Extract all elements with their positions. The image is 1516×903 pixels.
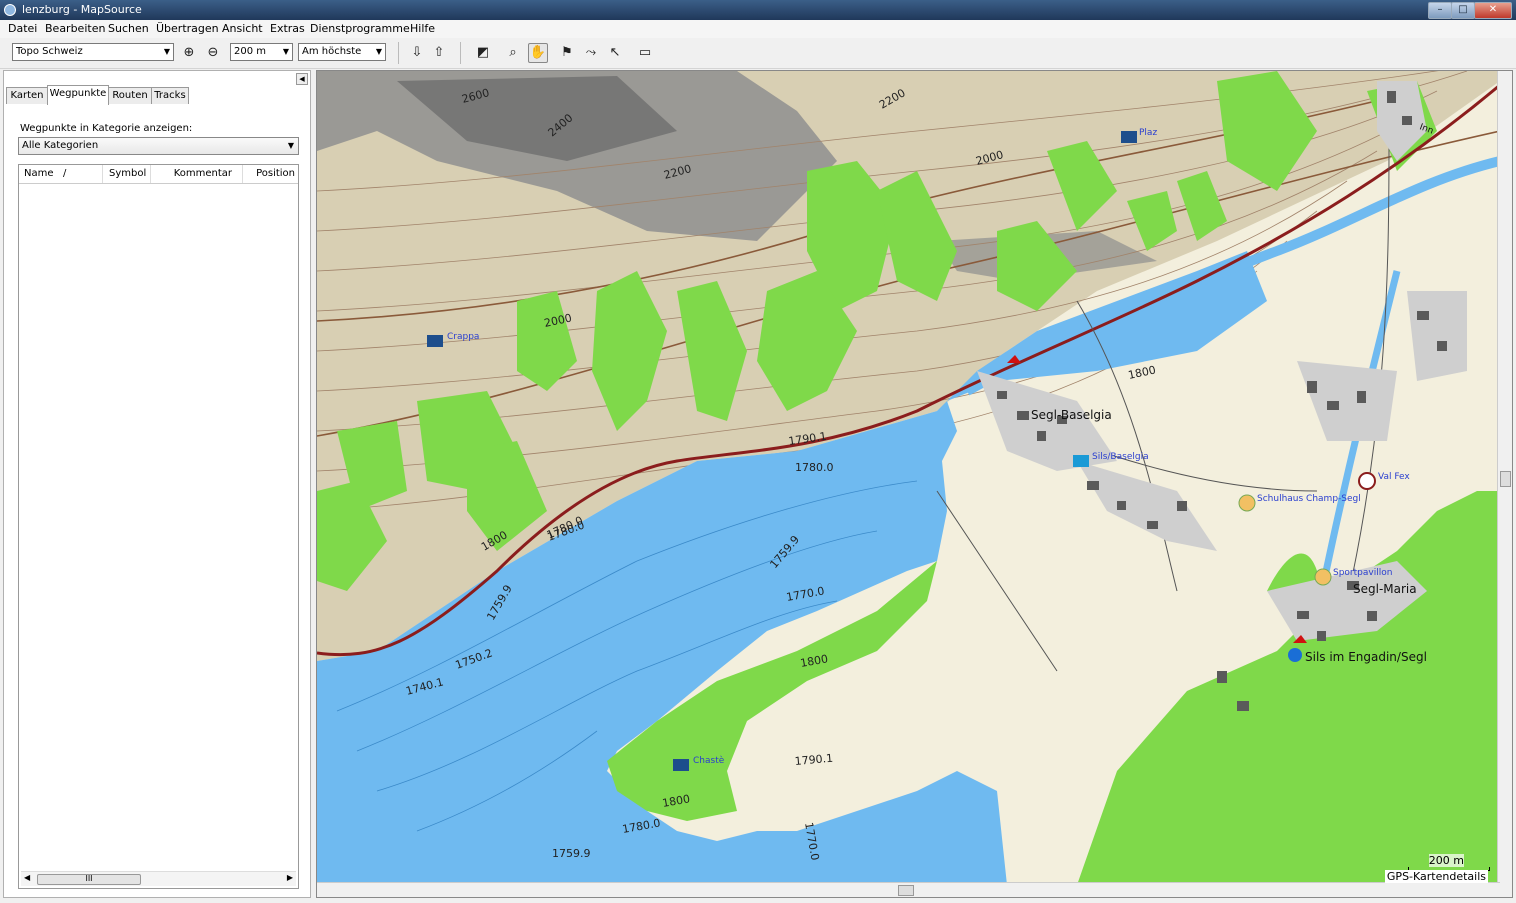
zoom-scale-value: 200 m — [234, 46, 267, 57]
column-kommentar[interactable]: Kommentar — [151, 165, 243, 183]
list-horizontal-scrollbar[interactable]: ◀ III ▶ — [21, 871, 296, 886]
zoom-tool-icon[interactable]: ⌕ — [504, 44, 522, 62]
maximize-button[interactable]: □ — [1451, 2, 1475, 19]
map-product-value: Topo Schweiz — [16, 46, 83, 57]
menu-bearbeiten[interactable]: Bearbeiten — [45, 22, 105, 35]
close-button[interactable]: ✕ — [1474, 2, 1512, 19]
menu-extras[interactable]: Extras — [270, 22, 305, 35]
waypoint-label[interactable]: Sils/Baselgia — [1092, 452, 1149, 462]
waypoint-label[interactable]: Val Fex — [1378, 472, 1410, 482]
distance-tool-icon[interactable]: ▭ — [636, 44, 654, 62]
sports-icon[interactable] — [1314, 568, 1332, 586]
scale-label: 200 m — [1428, 854, 1464, 867]
zoom-scale-select[interactable]: 200 m ▼ — [230, 43, 293, 61]
camera-icon[interactable] — [673, 759, 689, 771]
hand-tool-icon[interactable]: ✋ — [528, 43, 548, 63]
waypoints-panel: ◀ Karten Wegpunkte Routen Tracks Wegpunk… — [3, 70, 311, 898]
chevron-down-icon: ▼ — [163, 47, 170, 56]
tab-tracks[interactable]: Tracks — [151, 87, 189, 104]
chevron-down-icon: ▼ — [282, 47, 289, 56]
window-title: lenzburg - MapSource — [22, 3, 142, 16]
detail-level-select[interactable]: Am höchste ▼ — [298, 43, 386, 61]
place-label-segl-baselgia: Segl-Baselgia — [1031, 408, 1112, 422]
route-tool-icon[interactable]: ⤳ — [582, 44, 600, 62]
app-icon — [4, 4, 16, 16]
info-icon[interactable] — [1288, 648, 1302, 662]
map-product-select[interactable]: Topo Schweiz ▼ — [12, 43, 174, 61]
map-vscroll-thumb[interactable] — [1500, 471, 1511, 487]
menu-uebertragen[interactable]: Übertragen — [156, 22, 219, 35]
column-name[interactable]: Name / — [19, 165, 103, 183]
category-label: Wegpunkte in Kategorie anzeigen: — [20, 123, 193, 134]
select-tool-icon[interactable]: ↖ — [606, 44, 624, 62]
tab-routen[interactable]: Routen — [108, 87, 152, 104]
title-bar: lenzburg - MapSource – □ ✕ — [0, 0, 1516, 20]
waypoint-tool-icon[interactable]: ⚑ — [558, 44, 576, 62]
toolbar-separator — [460, 42, 461, 64]
school-icon[interactable] — [1238, 494, 1256, 512]
bus-stop-icon[interactable] — [1073, 455, 1089, 467]
waypoint-list[interactable]: Name / Symbol Kommentar Position ◀ III ▶ — [18, 164, 299, 889]
map-tool-icon[interactable]: ◩ — [474, 44, 492, 62]
map-canvas[interactable]: 2600 2400 2200 2200 2000 2000 1800 1780.… — [317, 71, 1500, 885]
toolbar: Topo Schweiz ▼ ⊕ ⊖ 200 m ▼ Am höchste ▼ ⇩ ⇧… — [0, 38, 1516, 69]
map-vertical-scrollbar[interactable] — [1497, 71, 1512, 885]
contour-label: 1780.0 — [795, 461, 834, 474]
category-value: Alle Kategorien — [22, 140, 99, 151]
menu-datei[interactable]: Datei — [8, 22, 37, 35]
menu-hilfe[interactable]: Hilfe — [410, 22, 435, 35]
waypoint-label[interactable]: Chastè — [693, 755, 725, 766]
menu-bar: Datei Bearbeiten Suchen Übertragen Ansic… — [0, 20, 1516, 38]
header-divider — [19, 183, 298, 184]
column-symbol[interactable]: Symbol — [103, 165, 151, 183]
sort-indicator: / — [63, 168, 67, 179]
camera-icon[interactable] — [427, 335, 443, 347]
chevron-down-icon: ▼ — [287, 141, 294, 150]
map-details-label[interactable]: GPS-Kartendetails — [1384, 870, 1488, 883]
waypoint-label[interactable]: Schulhaus Champ-Segl — [1257, 494, 1361, 504]
waypoint-label[interactable]: Crappa — [447, 332, 479, 342]
menu-dienstprogramme[interactable]: Dienstprogramme — [310, 22, 410, 35]
minimize-button[interactable]: – — [1428, 2, 1452, 19]
collapse-panel-icon[interactable]: ◀ — [296, 73, 308, 85]
tab-karten[interactable]: Karten — [6, 87, 48, 104]
zoom-in-icon[interactable]: ⊕ — [180, 44, 198, 62]
map-hscroll-thumb[interactable] — [898, 885, 914, 896]
map-view[interactable]: 2600 2400 2200 2200 2000 2000 1800 1780.… — [316, 70, 1513, 898]
chevron-down-icon: ▼ — [375, 47, 382, 56]
contour-label: 1759.9 — [552, 847, 591, 860]
receive-from-device-icon[interactable]: ⇩ — [408, 44, 426, 62]
camera-icon[interactable] — [1121, 131, 1137, 143]
list-scroll-thumb[interactable]: III — [37, 874, 141, 885]
place-label-sils: Sils im Engadin/Segl — [1305, 650, 1427, 664]
menu-suchen[interactable]: Suchen — [108, 22, 149, 35]
send-to-device-icon[interactable]: ⇧ — [430, 44, 448, 62]
category-select[interactable]: Alle Kategorien ▼ — [18, 137, 299, 155]
toolbar-separator — [398, 42, 399, 64]
map-horizontal-scrollbar[interactable] — [317, 882, 1500, 897]
scroll-right-icon[interactable]: ▶ — [287, 873, 293, 882]
zoom-out-icon[interactable]: ⊖ — [204, 44, 222, 62]
detail-level-value: Am höchste — [302, 46, 362, 57]
place-label-segl-maria: Segl-Maria — [1353, 582, 1417, 596]
waypoint-label[interactable]: Sportpavillon — [1333, 568, 1392, 578]
column-position[interactable]: Position — [243, 165, 298, 183]
tab-wegpunkte[interactable]: Wegpunkte — [47, 85, 109, 105]
menu-ansicht[interactable]: Ansicht — [222, 22, 263, 35]
parking-icon[interactable] — [1358, 472, 1376, 490]
scroll-left-icon[interactable]: ◀ — [24, 873, 30, 882]
waypoint-label[interactable]: Plaz — [1139, 128, 1157, 138]
column-name-label: Name — [24, 168, 54, 179]
